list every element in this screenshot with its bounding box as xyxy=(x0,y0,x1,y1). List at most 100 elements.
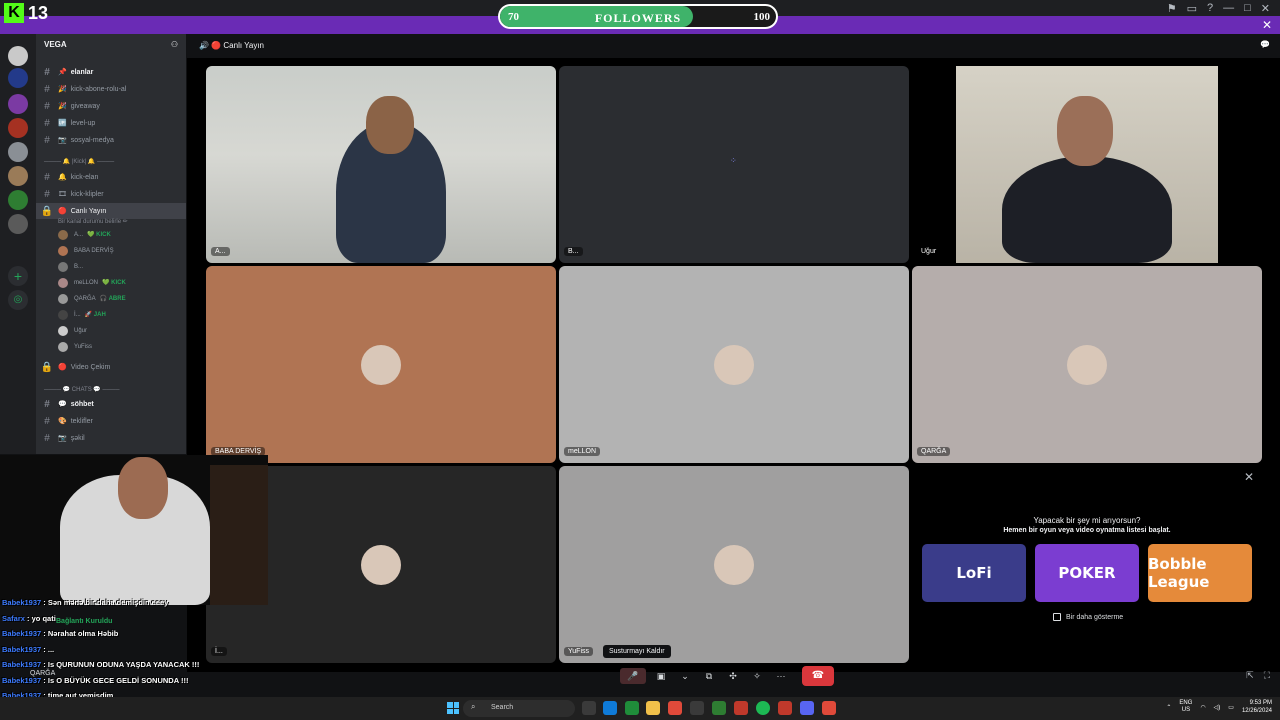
voice-user[interactable]: Uğur xyxy=(58,323,186,338)
disconnect-button[interactable]: ☎ xyxy=(802,666,834,686)
minimize-button[interactable]: — xyxy=(1223,2,1234,15)
channel-item[interactable]: # 📌 elanlar xyxy=(36,64,186,80)
soundboard-button[interactable]: ✧ xyxy=(748,668,766,684)
channel-item[interactable]: # 🎨 teklifler xyxy=(36,413,186,429)
voice-user[interactable]: A... 💚 KICK xyxy=(58,227,186,242)
app-icon[interactable] xyxy=(822,701,836,715)
server-icon[interactable] xyxy=(8,118,28,138)
discover-icon[interactable]: ◎ xyxy=(8,290,28,310)
server-header[interactable]: VEGA ⚇ xyxy=(36,34,186,58)
dont-show-again-checkbox[interactable]: Bir daha gösterme xyxy=(1053,613,1123,621)
channel-status[interactable]: Bir kanal durumu belirle ✏ xyxy=(58,218,128,225)
activity-game-card[interactable]: POKER xyxy=(1035,544,1139,602)
channel-emoji: 📷 xyxy=(58,137,67,144)
maximize-button[interactable]: □ xyxy=(1244,2,1251,15)
app-icon[interactable] xyxy=(712,701,726,715)
channel-item[interactable]: 🔒 🔴 Video Çekim xyxy=(36,359,186,375)
spotify-icon[interactable] xyxy=(756,701,770,715)
activity-button[interactable]: ✣ xyxy=(724,668,742,684)
voice-user-name: QARĞA xyxy=(74,295,96,302)
start-button[interactable] xyxy=(447,702,459,714)
chat-icon[interactable]: 💬 xyxy=(1260,40,1270,49)
close-icon[interactable]: ✕ xyxy=(1262,18,1272,32)
server-icon[interactable] xyxy=(8,214,28,234)
file-explorer-icon[interactable] xyxy=(646,701,660,715)
voice-user[interactable]: BABA DERVİŞ xyxy=(58,243,186,258)
channel-item[interactable]: # 🎞 kick-klipler xyxy=(36,186,186,202)
channel-item[interactable]: # 📷 sosyal-medya xyxy=(36,132,186,148)
category-label[interactable]: ──── 🔔 |Kick| 🔔 ──── xyxy=(44,158,114,165)
wifi-icon[interactable]: ◠ xyxy=(1200,704,1205,711)
app-icon[interactable] xyxy=(734,701,748,715)
server-icon[interactable] xyxy=(8,142,28,162)
activity-game-card[interactable]: LoFi xyxy=(922,544,1026,602)
help-icon[interactable]: ? xyxy=(1207,2,1213,15)
fullscreen-icon[interactable]: ⛶ xyxy=(1264,670,1270,681)
clock[interactable]: 9:53 PM 12/26/2024 xyxy=(1242,699,1272,715)
voice-user[interactable]: meLLON 💚 KICK xyxy=(58,275,186,290)
close-window-button[interactable]: ✕ xyxy=(1261,2,1270,15)
chat-username: Babek1937 xyxy=(2,675,42,685)
unmute-button[interactable]: 🎤 xyxy=(620,668,646,684)
add-server-icon[interactable]: + xyxy=(8,266,28,286)
server-icon[interactable] xyxy=(8,166,28,186)
app-icon[interactable] xyxy=(778,701,792,715)
language-indicator[interactable]: ENG US xyxy=(1179,700,1192,714)
server-icon[interactable] xyxy=(8,94,28,114)
voice-user[interactable]: İ... 🚀 JAH xyxy=(58,307,186,322)
avatar xyxy=(714,344,754,385)
channel-label: sosyal-medya xyxy=(70,136,114,144)
channel-item[interactable]: # 💬 söhbet xyxy=(36,396,186,412)
channel-item[interactable]: # 📷 şəkil xyxy=(36,430,186,446)
webcam-background xyxy=(210,465,268,605)
battery-icon[interactable]: ▭ xyxy=(1228,704,1234,711)
taskbar-search[interactable]: Search xyxy=(463,700,575,717)
voice-user-name: A... xyxy=(74,231,84,238)
tray-chevron-icon[interactable]: ⌃ xyxy=(1166,704,1171,711)
server-icon[interactable] xyxy=(8,68,28,88)
channel-label: teklifler xyxy=(70,417,93,425)
inbox-icon[interactable]: ▭ xyxy=(1187,2,1197,15)
participant-tile[interactable]: A... xyxy=(206,66,556,263)
chevron-down-icon[interactable]: ⌄ xyxy=(676,668,694,684)
store-icon[interactable] xyxy=(690,701,704,715)
voice-user-badge: 💚 KICK xyxy=(87,232,111,238)
voice-user[interactable]: B... xyxy=(58,259,186,274)
more-options-button[interactable]: ··· xyxy=(772,668,790,684)
channel-item[interactable]: 🔒 🔴 Canlı Yayın xyxy=(36,203,186,219)
pin-icon[interactable]: ⚑ xyxy=(1167,2,1177,15)
channel-item[interactable]: # 🎉 giveaway xyxy=(36,98,186,114)
checkbox-icon[interactable] xyxy=(1053,613,1061,621)
participant-tile[interactable]: ⁘ B... xyxy=(559,66,909,263)
close-icon[interactable]: ✕ xyxy=(1244,470,1254,484)
activity-game-card[interactable]: Bobble League xyxy=(1148,544,1252,602)
channel-emoji: 🆙 xyxy=(58,120,67,127)
screen-share-button[interactable]: ⧉ xyxy=(700,668,718,684)
popout-icon[interactable]: ⇱ xyxy=(1246,670,1254,681)
channel-item[interactable]: # 🆙 level-up xyxy=(36,115,186,131)
chat-message: Safarx : yo qati xyxy=(2,614,56,623)
camera-button[interactable]: ▣ xyxy=(652,668,670,684)
category-label[interactable]: ──── 💬 CHATS 💬 ──── xyxy=(44,386,120,393)
channel-emoji: 📷 xyxy=(58,435,67,442)
voice-user[interactable]: YuFiss xyxy=(58,339,186,354)
discord-icon[interactable] xyxy=(800,701,814,715)
participant-tile[interactable]: BABA DERVİŞ xyxy=(206,266,556,463)
chrome-icon[interactable] xyxy=(625,701,639,715)
chat-text: : Is O BÜYÜK GECE GELDİ SONUNDA !!! xyxy=(43,675,189,685)
channel-item[interactable]: # 🔔 kick-elan xyxy=(36,169,186,185)
server-icon[interactable] xyxy=(8,46,28,66)
participant-tile[interactable]: meLLON xyxy=(559,266,909,463)
browser-icon[interactable] xyxy=(668,701,682,715)
channel-item[interactable]: # 🎉 kick-abone-rolu-al xyxy=(36,81,186,97)
add-member-icon[interactable]: ⚇ xyxy=(171,40,178,52)
task-view-icon[interactable] xyxy=(582,701,596,715)
participant-tile[interactable]: YuFiss xyxy=(559,466,909,663)
voice-user[interactable]: QARĞA 🎧 ABRE xyxy=(58,291,186,306)
volume-icon[interactable]: ◁) xyxy=(1214,704,1221,711)
edge-icon[interactable] xyxy=(603,701,617,715)
participant-tile[interactable]: QARĞA xyxy=(912,266,1262,463)
server-icon[interactable] xyxy=(8,190,28,210)
participant-tile[interactable]: Uğur xyxy=(912,66,1262,263)
lock-icon: 🔒 xyxy=(40,361,54,373)
